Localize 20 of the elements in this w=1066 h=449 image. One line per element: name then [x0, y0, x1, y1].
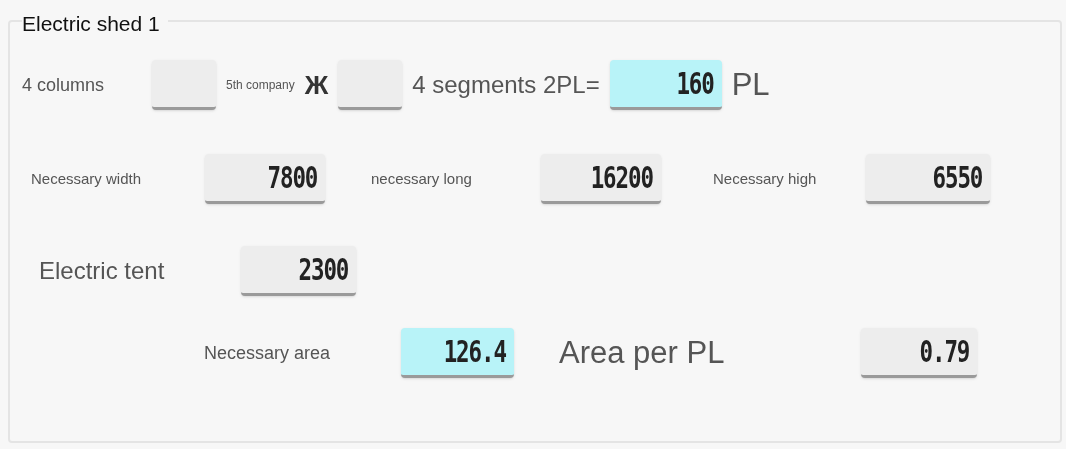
field-label: necessary long [371, 168, 473, 189]
field-label: 4 columns [22, 73, 106, 97]
field-label: PL [731, 65, 770, 104]
input-field[interactable] [152, 60, 216, 110]
field-label: Electric tent [39, 256, 166, 286]
field-label: 4 segments 2PL= [412, 70, 600, 100]
input-field[interactable]: 6550 [866, 154, 990, 204]
input-field[interactable]: 0.79 [861, 328, 977, 378]
field-label: Necessary area [204, 341, 332, 365]
field-label: Necessary width [31, 168, 143, 189]
input-field[interactable]: 7800 [205, 154, 325, 204]
field-label: 5th company [226, 77, 295, 94]
input-field[interactable] [338, 60, 403, 110]
field-label: Necessary high [713, 168, 818, 189]
asterisk-icon: Ж [304, 72, 329, 98]
input-field[interactable]: 126.4 [401, 328, 514, 378]
input-field[interactable]: 2300 [241, 246, 356, 296]
input-field[interactable]: 160 [609, 60, 722, 110]
field-label: Area per PL [559, 333, 726, 372]
input-field[interactable]: 16200 [541, 154, 661, 204]
